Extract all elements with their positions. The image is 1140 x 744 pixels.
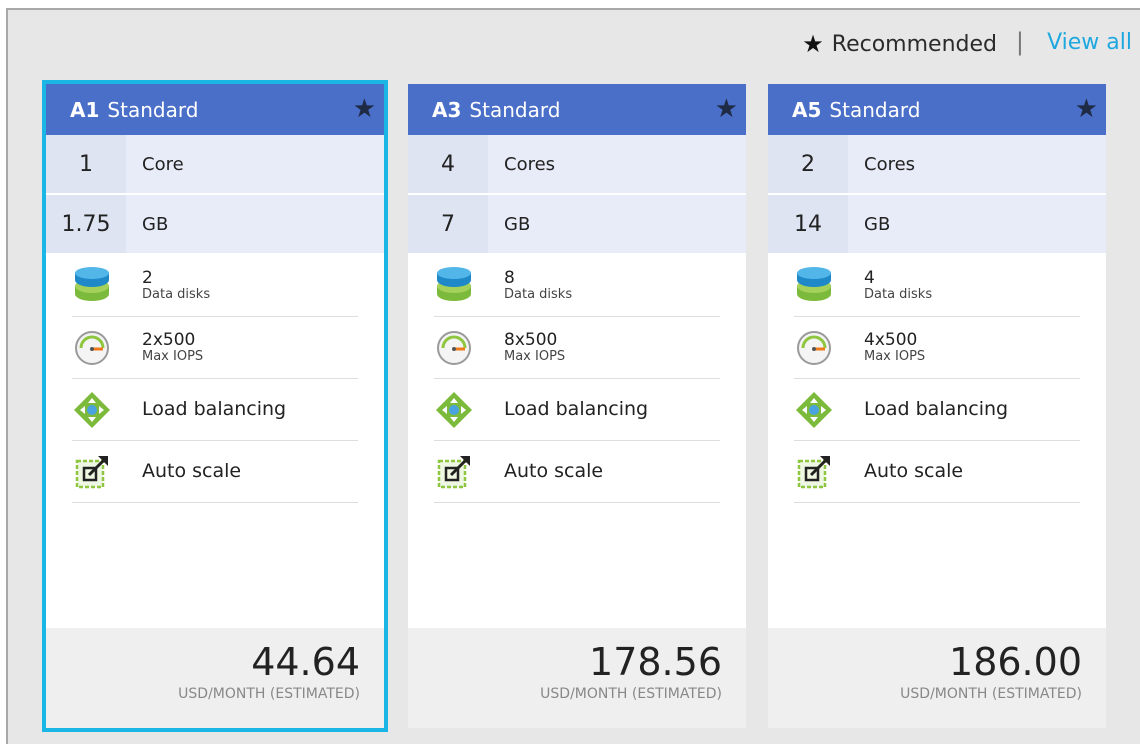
price-box: 44.64 USD/MONTH (ESTIMATED) [46,628,384,728]
card-header: A3 Standard ★ [408,84,746,135]
memory-row: 7 GB [408,195,746,255]
load-balancing-label: Load balancing [864,397,1009,420]
card-header: A1 Standard ★ [46,84,384,135]
cores-value: 1 [46,135,126,193]
gauge-icon [75,330,109,365]
data-disks-value: 2 [142,267,153,288]
data-disks-value: 8 [504,267,515,288]
price-box: 186.00 USD/MONTH (ESTIMATED) [768,628,1106,728]
price-unit: USD/MONTH (ESTIMATED) [540,686,722,702]
max-iops-feature: 8x500 Max IOPS [434,317,720,379]
cores-row: 4 Cores [408,135,746,195]
auto-scale-label: Auto scale [504,459,604,482]
view-all-link[interactable]: View all [1047,30,1132,55]
data-disks-value: 4 [864,267,875,288]
recommended-legend: ★ Recommended [802,30,997,58]
cores-row: 2 Cores [768,135,1106,195]
cores-row: 1 Core [46,135,384,195]
tier-code: A3 [432,97,462,122]
gauge-icon [797,330,831,365]
toolbar-separator: | [1015,28,1024,56]
tier-name: Standard [829,97,921,122]
load-balancing-feature: Load balancing [434,379,720,441]
load-balancing-feature: Load balancing [72,379,358,441]
price-unit: USD/MONTH (ESTIMATED) [900,686,1082,702]
cores-value: 2 [768,135,848,193]
max-iops-value: 4x500 [864,329,918,350]
price-value: 186.00 [949,640,1082,684]
load-balancing-label: Load balancing [504,397,649,420]
max-iops-label: Max IOPS [504,348,566,364]
recommended-label: Recommended [831,31,997,57]
recommended-star-icon: ★ [352,94,376,124]
price-unit: USD/MONTH (ESTIMATED) [178,686,360,702]
price-value: 178.56 [589,640,722,684]
tier-name: Standard [107,97,199,122]
load-balancing-icon [436,391,472,428]
auto-scale-icon [437,455,470,488]
load-balancing-icon [796,391,832,428]
auto-scale-feature: Auto scale [794,441,1080,503]
max-iops-label: Max IOPS [864,348,926,364]
max-iops-value: 2x500 [142,329,196,350]
data-disks-icon [797,266,831,301]
gauge-icon [437,330,471,365]
auto-scale-icon [797,455,830,488]
auto-scale-label: Auto scale [142,459,242,482]
data-disks-label: Data disks [142,286,211,302]
max-iops-label: Max IOPS [142,348,204,364]
data-disks-label: Data disks [504,286,573,302]
data-disks-icon [437,266,471,301]
star-icon: ★ [802,30,824,58]
tier-code: A1 [70,97,100,122]
panel-toolbar: ★ Recommended | View all [8,10,1140,80]
price-box: 178.56 USD/MONTH (ESTIMATED) [408,628,746,728]
cores-label: Cores [864,153,916,175]
pricing-card-a5[interactable]: A5 Standard ★ 2 Cores 14 GB 4 Data disks [768,84,1106,728]
recommended-star-icon: ★ [1074,94,1098,124]
cores-label: Core [142,153,184,175]
recommended-star-icon: ★ [714,94,738,124]
max-iops-feature: 2x500 Max IOPS [72,317,358,379]
auto-scale-icon [75,455,108,488]
tier-name: Standard [469,97,561,122]
memory-value: 7 [408,195,488,253]
memory-label: GB [504,213,531,235]
load-balancing-label: Load balancing [142,397,287,420]
data-disks-feature: 8 Data disks [434,255,720,317]
max-iops-value: 8x500 [504,329,558,350]
data-disks-label: Data disks [864,286,933,302]
memory-value: 14 [768,195,848,253]
auto-scale-label: Auto scale [864,459,964,482]
pricing-tier-panel: ★ Recommended | View all A1 Standard ★ 1… [6,8,1140,744]
price-value: 44.64 [251,640,360,684]
cores-value: 4 [408,135,488,193]
tier-code: A5 [792,97,822,122]
auto-scale-feature: Auto scale [72,441,358,503]
memory-row: 14 GB [768,195,1106,255]
memory-value: 1.75 [46,195,126,253]
memory-row: 1.75 GB [46,195,384,255]
data-disks-icon [75,266,109,301]
auto-scale-feature: Auto scale [434,441,720,503]
data-disks-feature: 4 Data disks [794,255,1080,317]
load-balancing-feature: Load balancing [794,379,1080,441]
cores-label: Cores [504,153,556,175]
card-header: A5 Standard ★ [768,84,1106,135]
load-balancing-icon [74,391,110,428]
pricing-card-a1[interactable]: A1 Standard ★ 1 Core 1.75 GB 2 Data disk… [42,80,388,732]
max-iops-feature: 4x500 Max IOPS [794,317,1080,379]
memory-label: GB [864,213,891,235]
data-disks-feature: 2 Data disks [72,255,358,317]
pricing-card-a3[interactable]: A3 Standard ★ 4 Cores 7 GB 8 Data disks [408,84,746,728]
memory-label: GB [142,213,169,235]
